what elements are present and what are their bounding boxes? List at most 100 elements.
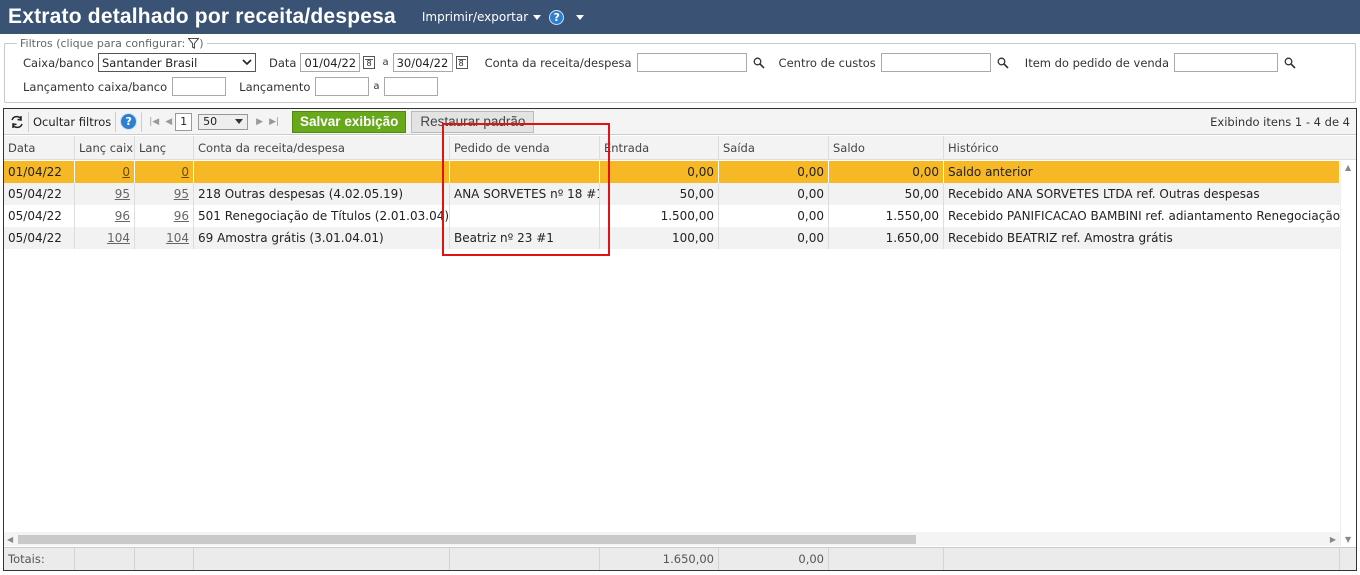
cell-lanc-caixa[interactable]: 96 (75, 205, 135, 227)
toolbar-separator (141, 111, 143, 132)
cell-data: 05/04/22 (4, 227, 75, 249)
column-header-data[interactable]: Data (4, 136, 75, 159)
column-header-entrada[interactable]: Entrada (600, 136, 719, 159)
page-number-input[interactable]: 1 (175, 112, 193, 131)
column-header-lanc[interactable]: Lanç (135, 136, 194, 159)
next-page-icon[interactable]: ▶ (256, 117, 263, 127)
scroll-up-icon[interactable]: ▲ (1345, 163, 1351, 172)
cell-lanc-caixa[interactable]: 95 (75, 183, 135, 205)
cell-saldo: 1.650,00 (829, 227, 944, 249)
lanc-caixa-link[interactable]: 104 (107, 231, 130, 245)
scroll-down-icon[interactable]: ▼ (1345, 535, 1351, 544)
help-icon[interactable]: ? (549, 9, 565, 25)
cell-pedido-venda: Beatriz nº 23 #1 (450, 227, 600, 249)
search-icon[interactable] (997, 57, 1009, 69)
table-row[interactable]: 01/04/22 0 0 0,00 0,00 0,00 Saldo anteri… (4, 161, 1356, 183)
print-export-label: Imprimir/exportar (421, 10, 529, 24)
scroll-left-icon[interactable]: ◀ (7, 535, 13, 544)
hide-filters-button[interactable]: Ocultar filtros (33, 115, 111, 129)
lanc-link[interactable]: 104 (166, 231, 189, 245)
page-title: Extrato detalhado por receita/despesa (8, 5, 396, 28)
cell-lanc-caixa[interactable]: 104 (75, 227, 135, 249)
cell-lanc[interactable]: 96 (135, 205, 194, 227)
item-pedido-input[interactable] (1174, 53, 1279, 72)
filters-legend-text: Filtros (clique para configurar: (20, 37, 186, 50)
cell-data: 01/04/22 (4, 161, 75, 183)
cell-lanc[interactable]: 104 (135, 227, 194, 249)
lancamento-label: Lançamento (239, 79, 311, 94)
table-row[interactable]: 05/04/22 95 95 218 Outras despesas (4.02… (4, 183, 1356, 205)
cell-entrada: 0,00 (600, 161, 719, 183)
data-grid: Ocultar filtros ? |◀ ◀ 1 50 ▶ ▶| Salvar … (3, 108, 1357, 571)
toolbar-separator (115, 111, 117, 132)
save-view-button[interactable]: Salvar exibição (292, 110, 407, 133)
date-to-input[interactable]: 30/04/22 (392, 53, 453, 72)
column-header-lanc-caixa[interactable]: Lanç caixa (75, 136, 135, 159)
conta-input[interactable] (636, 53, 747, 72)
print-export-menu[interactable]: Imprimir/exportar (421, 10, 542, 24)
restore-default-button[interactable]: Restaurar padrão (411, 110, 535, 133)
caret-down-icon (533, 14, 542, 20)
date-from-input[interactable]: 01/04/22 (300, 53, 361, 72)
lanc-caixa-link[interactable]: 0 (122, 165, 130, 179)
scroll-right-icon[interactable]: ▶ (1330, 535, 1336, 544)
column-header-historico[interactable]: Histórico (944, 136, 1340, 159)
cell-historico: Recebido PANIFICACAO BAMBINI ref. adiant… (948, 209, 1340, 223)
date-from-value: 01/04/22 (304, 55, 357, 70)
lanc-link[interactable]: 95 (174, 187, 189, 201)
lanc-link[interactable]: 96 (174, 209, 189, 223)
cell-lanc[interactable]: 0 (135, 161, 194, 183)
search-icon[interactable] (1284, 57, 1296, 69)
totals-entrada: 1.650,00 (600, 548, 719, 570)
page-number-value: 1 (180, 115, 188, 128)
grid-toolbar: Ocultar filtros ? |◀ ◀ 1 50 ▶ ▶| Salvar … (4, 109, 1356, 135)
caret-down-icon (235, 119, 244, 124)
help-icon[interactable]: ? (120, 113, 138, 130)
caixa-banco-select[interactable]: Santander Brasil (98, 53, 256, 72)
totals-empty-cell (944, 548, 1340, 570)
cell-lanc[interactable]: 95 (135, 183, 194, 205)
cell-pedido-venda: ANA SORVETES nº 18 #1 (450, 183, 600, 205)
lancamento-range-separator: a (373, 81, 380, 92)
filters-legend[interactable]: Filtros (clique para configurar: ) (17, 37, 207, 50)
calendar-icon[interactable] (455, 56, 468, 69)
page-size-select[interactable]: 50 (198, 113, 249, 130)
filters-panel: Filtros (clique para configurar: ) Caixa… (4, 37, 1356, 103)
horizontal-scroll-thumb[interactable] (18, 535, 916, 544)
calendar-icon[interactable] (363, 56, 376, 69)
filter-icon[interactable] (188, 38, 200, 49)
search-icon[interactable] (753, 57, 765, 69)
cell-pedido-venda (450, 205, 600, 227)
lanc-caixa-label: Lançamento caixa/banco (23, 79, 168, 94)
lanc-caixa-link[interactable]: 95 (115, 187, 130, 201)
conta-label: Conta da receita/despesa (484, 55, 632, 70)
column-header-saida[interactable]: Saída (719, 136, 829, 159)
column-header-conta[interactable]: Conta da receita/despesa (194, 136, 450, 159)
cell-saldo: 0,00 (829, 161, 944, 183)
title-bar: Extrato detalhado por receita/despesa Im… (0, 0, 1360, 34)
caixa-banco-label: Caixa/banco (23, 55, 94, 70)
column-header-pedido-venda[interactable]: Pedido de venda (450, 136, 600, 159)
lanc-link[interactable]: 0 (181, 165, 189, 179)
centro-custos-input[interactable] (880, 53, 991, 72)
lancamento-to-input[interactable] (383, 77, 438, 96)
refresh-icon[interactable] (10, 115, 24, 129)
horizontal-scrollbar[interactable]: ◀ ▶ (4, 532, 1340, 546)
page-size-value: 50 (203, 115, 218, 128)
lanc-caixa-input[interactable] (172, 77, 227, 96)
table-row[interactable]: 05/04/22 96 96 501 Renegociação de Títul… (4, 205, 1356, 227)
centro-custos-label: Centro de custos (778, 55, 876, 70)
table-row[interactable]: 05/04/22 104 104 69 Amostra grátis (3.01… (4, 227, 1356, 249)
vertical-scrollbar[interactable]: ▲ ▼ (1340, 161, 1356, 546)
column-header-saldo[interactable]: Saldo (829, 136, 944, 159)
last-page-icon[interactable]: ▶| (269, 117, 279, 127)
first-page-icon[interactable]: |◀ (149, 117, 159, 127)
cell-data: 05/04/22 (4, 183, 75, 205)
caret-down-icon[interactable] (576, 14, 585, 20)
cell-historico: Recebido BEATRIZ ref. Amostra grátis (948, 231, 1173, 245)
lanc-caixa-link[interactable]: 96 (115, 209, 130, 223)
prev-page-icon[interactable]: ◀ (165, 117, 172, 127)
lancamento-from-input[interactable] (315, 77, 370, 96)
cell-entrada: 1.500,00 (600, 205, 719, 227)
cell-lanc-caixa[interactable]: 0 (75, 161, 135, 183)
